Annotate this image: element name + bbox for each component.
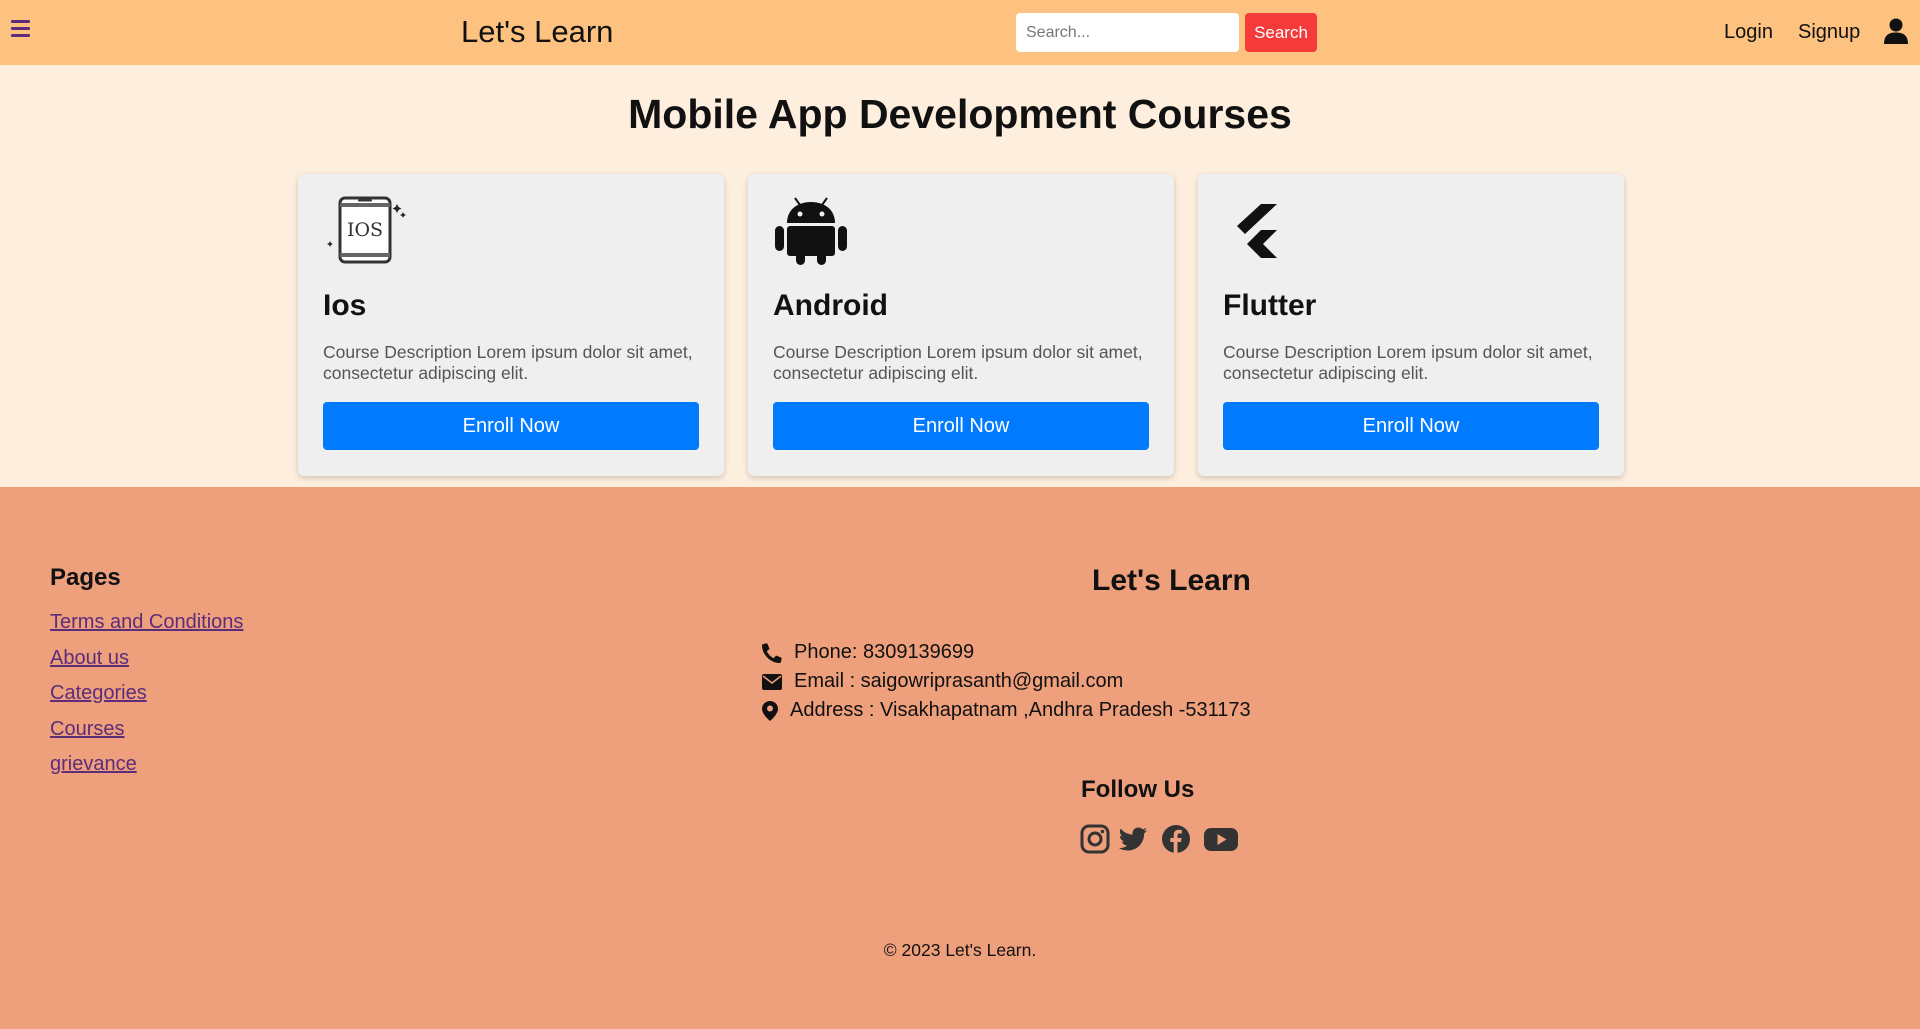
search-button[interactable]: Search [1245, 13, 1317, 52]
search-input[interactable] [1016, 13, 1239, 52]
location-pin-icon [762, 700, 778, 721]
menu-icon[interactable] [11, 20, 31, 39]
contact-email: Email : saigowriprasanth@gmail.com [762, 670, 1123, 693]
contact-address: Address : Visakhapatnam ,Andhra Pradesh … [762, 699, 1251, 722]
courses-link[interactable]: Courses [50, 718, 124, 741]
facebook-icon[interactable] [1161, 824, 1191, 854]
about-link[interactable]: About us [50, 647, 129, 670]
course-card-ios: IOS Ios Course Description Lorem ipsum d… [298, 174, 724, 476]
brand-title[interactable]: Let's Learn [461, 14, 613, 50]
copyright: © 2023 Let's Learn. [883, 940, 1037, 960]
phone-text: Phone: 8309139699 [794, 641, 975, 663]
course-card-flutter: Flutter Course Description Lorem ipsum d… [1198, 174, 1624, 476]
address-text: Address : Visakhapatnam ,Andhra Pradesh … [790, 699, 1251, 721]
login-link[interactable]: Login [1724, 21, 1773, 44]
course-description: Course Description Lorem ipsum dolor sit… [773, 342, 1143, 383]
grievance-link[interactable]: grievance [50, 753, 137, 776]
phone-icon [762, 642, 782, 663]
svg-text:IOS: IOS [347, 219, 383, 241]
categories-link[interactable]: Categories [50, 682, 147, 705]
follow-heading: Follow Us [1081, 776, 1195, 803]
courses-section: Mobile App Development Courses IOS Ios C… [0, 65, 1920, 487]
android-icon [775, 197, 847, 265]
terms-link[interactable]: Terms and Conditions [50, 611, 243, 634]
instagram-icon[interactable] [1080, 824, 1110, 854]
enroll-button-android[interactable]: Enroll Now [773, 402, 1149, 450]
youtube-icon[interactable] [1204, 824, 1238, 854]
twitter-icon[interactable] [1118, 824, 1148, 854]
envelope-icon [762, 673, 782, 690]
pages-heading: Pages [50, 564, 121, 591]
course-title: Flutter [1223, 289, 1317, 322]
flutter-icon [1237, 204, 1277, 258]
footer: Pages Terms and Conditions About us Cate… [0, 487, 1920, 1029]
course-card-android: Android Course Description Lorem ipsum d… [748, 174, 1174, 476]
ios-phone-icon: IOS [327, 196, 406, 264]
signup-link[interactable]: Signup [1798, 21, 1860, 44]
page-title: Mobile App Development Courses [628, 91, 1292, 137]
course-description: Course Description Lorem ipsum dolor sit… [323, 342, 693, 383]
course-title: Android [773, 289, 888, 322]
footer-brand: Let's Learn [1092, 564, 1251, 597]
enroll-button-flutter[interactable]: Enroll Now [1223, 402, 1599, 450]
email-text: Email : saigowriprasanth@gmail.com [794, 670, 1124, 692]
course-title: Ios [323, 289, 367, 322]
navbar: Let's Learn Search Login Signup [0, 0, 1920, 65]
contact-phone: Phone: 8309139699 [762, 641, 974, 664]
user-icon[interactable] [1884, 18, 1908, 44]
enroll-button-ios[interactable]: Enroll Now [323, 402, 699, 450]
course-description: Course Description Lorem ipsum dolor sit… [1223, 342, 1593, 383]
